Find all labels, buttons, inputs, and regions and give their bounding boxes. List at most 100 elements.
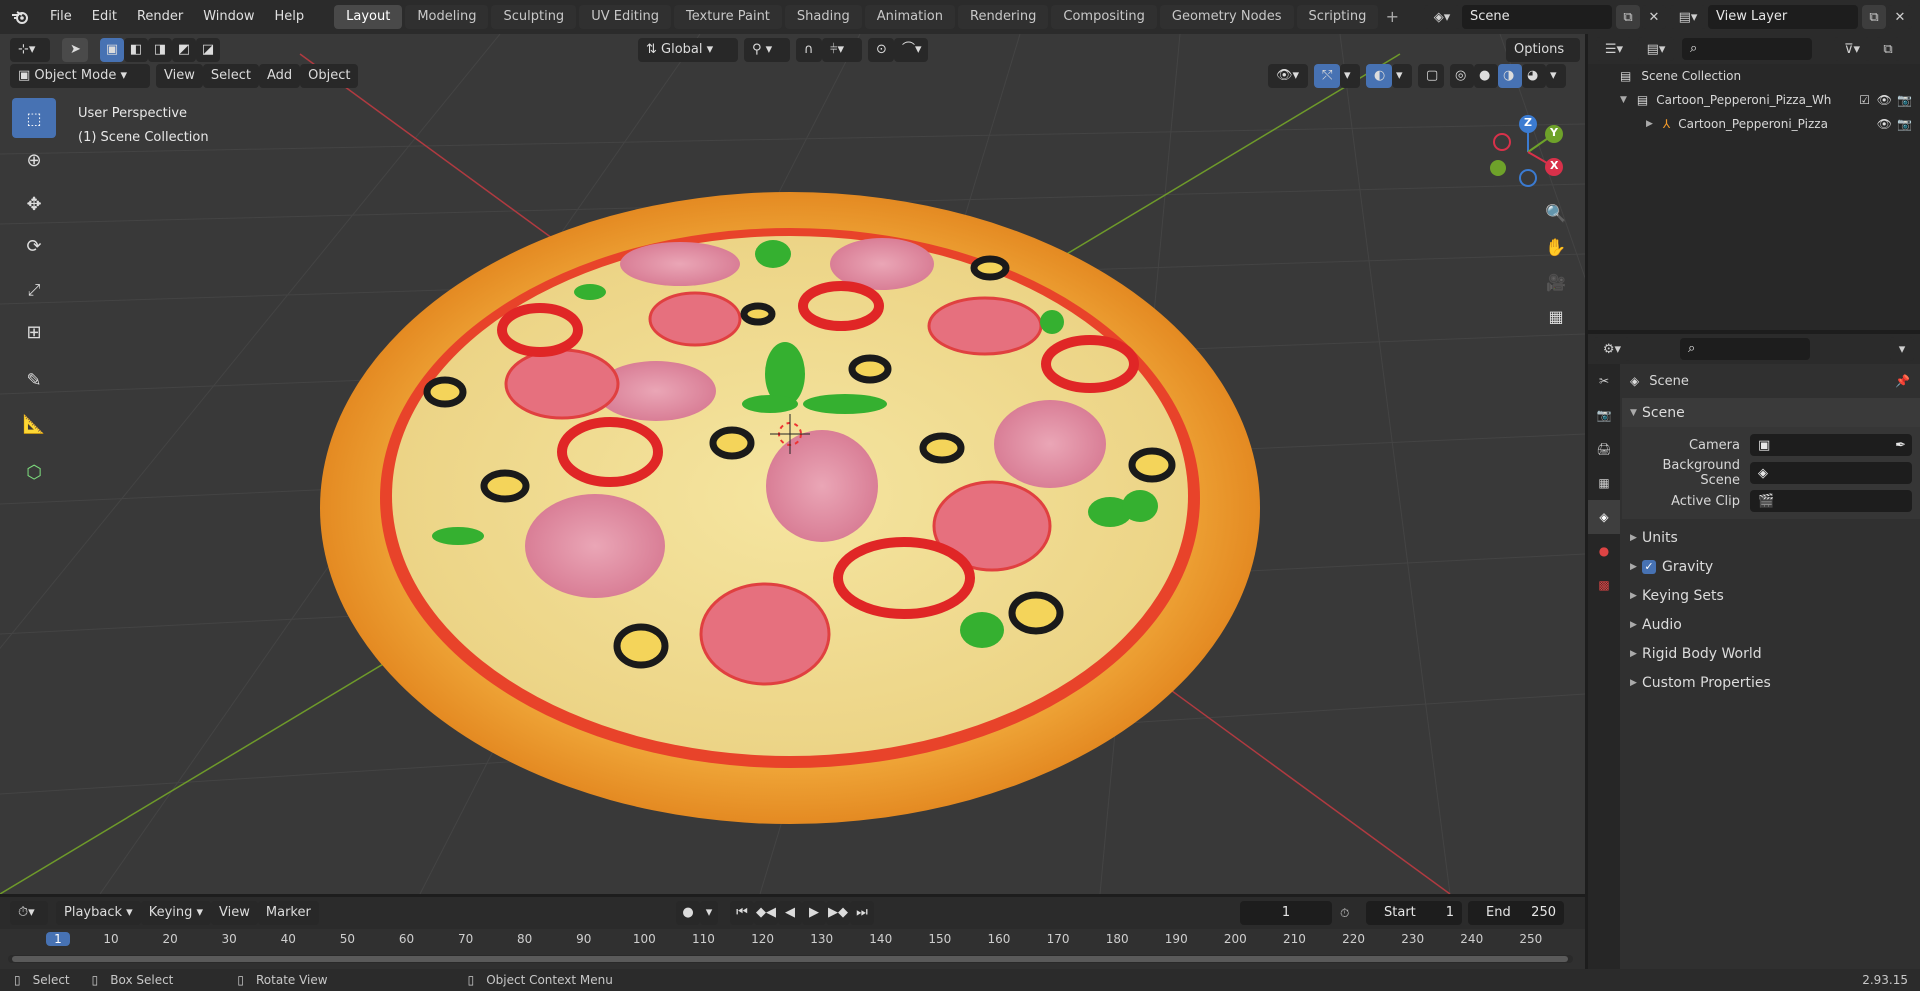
current-frame-field[interactable]: 1 bbox=[1240, 901, 1332, 925]
keying-dropdown-icon[interactable]: ▾ bbox=[700, 901, 718, 925]
select-mode-extend-icon[interactable]: ◧ bbox=[124, 38, 148, 62]
view-layer-tab-icon[interactable]: ▦ bbox=[1588, 466, 1620, 500]
select-mode-intersect-icon[interactable]: ◪ bbox=[196, 38, 220, 62]
keying-sets-panel-header[interactable]: ▶ Keying Sets bbox=[1622, 581, 1920, 610]
workspace-tab-uv-editing[interactable]: UV Editing bbox=[579, 5, 672, 29]
pivot-point-icon[interactable]: ⚲ ▾ bbox=[744, 38, 790, 62]
viewport-menu-object[interactable]: Object bbox=[300, 64, 359, 88]
camera-view-icon[interactable]: 🎥 bbox=[1540, 266, 1572, 298]
gizmo-dropdown-icon[interactable]: ▾ bbox=[1340, 64, 1360, 88]
outliner-row-collection[interactable]: ▼ ▤ Cartoon_Pepperoni_Pizza_Wh ☑ 👁 📷 bbox=[1588, 88, 1920, 112]
gizmo-toggle-icon[interactable]: ⤲ bbox=[1314, 64, 1340, 88]
scene-name-field[interactable]: Scene bbox=[1462, 5, 1612, 29]
rotate-tool-icon[interactable]: ⟳ bbox=[12, 226, 56, 266]
delete-scene-icon[interactable]: ✕ bbox=[1642, 5, 1666, 29]
editor-type-icon[interactable]: ⊹▾ bbox=[10, 38, 50, 62]
blender-logo-icon[interactable] bbox=[0, 0, 40, 34]
world-tab-icon[interactable]: ● bbox=[1588, 534, 1620, 568]
viewport-menu-add[interactable]: Add bbox=[258, 64, 301, 88]
jump-end-icon[interactable]: ⏭ bbox=[850, 901, 874, 925]
workspace-tab-scripting[interactable]: Scripting bbox=[1296, 5, 1379, 29]
expand-arrow-icon[interactable]: ▶ bbox=[1646, 119, 1653, 129]
preview-range-icon[interactable]: ⏱ bbox=[1340, 901, 1349, 925]
units-panel-header[interactable]: ▶ Units bbox=[1622, 523, 1920, 552]
delete-view-layer-icon[interactable]: ✕ bbox=[1888, 5, 1912, 29]
jump-keyframe-back-icon[interactable]: ◆◀ bbox=[754, 901, 778, 925]
snap-toggle-icon[interactable]: ∩ bbox=[796, 38, 822, 62]
render-tab-icon[interactable]: 📷 bbox=[1588, 398, 1620, 432]
current-frame-indicator[interactable]: 1 bbox=[46, 932, 70, 946]
background-scene-field[interactable]: ◈ bbox=[1750, 462, 1912, 484]
workspace-tab-layout[interactable]: Layout bbox=[334, 5, 403, 29]
outliner-filter-icon[interactable]: ⊽▾ bbox=[1834, 37, 1870, 61]
overlays-toggle-icon[interactable]: ◐ bbox=[1366, 64, 1392, 88]
frame-ruler[interactable]: 1 10 20 30 40 50 60 70 80 90 100 110 120 130 140 150 160… bbox=[0, 929, 1585, 951]
3d-viewport[interactable]: ⊹▾ ➤ ▣ ◧ ◨ ◩ ◪ ⇅ Global ▾ ⚲ ▾ ∩ ⫩▾ ⊙ ⌒▾ … bbox=[0, 34, 1585, 894]
render-camera-icon[interactable]: 📷 bbox=[1897, 93, 1912, 107]
expand-arrow-icon[interactable]: ▼ bbox=[1620, 95, 1627, 105]
scene-browse-icon[interactable]: ◈▾ bbox=[1424, 5, 1460, 29]
viewport-options-dropdown[interactable]: Options ▾ bbox=[1506, 38, 1580, 81]
timeline-view-menu[interactable]: View bbox=[211, 901, 258, 925]
scene-panel-header[interactable]: ▼ Scene bbox=[1622, 398, 1920, 427]
camera-field[interactable]: ▣ ✒ bbox=[1750, 434, 1912, 456]
scale-tool-icon[interactable]: ⤢ bbox=[12, 270, 56, 310]
properties-options-icon[interactable]: ▾ bbox=[1890, 337, 1914, 361]
visibility-eye-icon[interactable]: 👁 bbox=[1877, 117, 1892, 131]
shading-wireframe-icon[interactable]: ◎ bbox=[1450, 64, 1474, 88]
workspace-tab-texture-paint[interactable]: Texture Paint bbox=[674, 5, 782, 29]
timeline-scrollbar-thumb[interactable] bbox=[12, 956, 1568, 962]
custom-properties-panel-header[interactable]: ▶ Custom Properties bbox=[1622, 668, 1920, 697]
eyedropper-icon[interactable]: ✒ bbox=[1895, 434, 1906, 458]
output-tab-icon[interactable]: 🖨 bbox=[1588, 432, 1620, 466]
shading-solid-icon[interactable]: ● bbox=[1474, 64, 1498, 88]
transform-orientation-dropdown[interactable]: ⇅ Global ▾ bbox=[638, 38, 738, 62]
properties-search-input[interactable]: ⌕ bbox=[1680, 338, 1810, 360]
menu-window[interactable]: Window bbox=[193, 0, 264, 34]
auto-keying-icon[interactable]: ● bbox=[676, 901, 700, 925]
outliner-display-mode-icon[interactable]: ▤▾ bbox=[1638, 37, 1674, 61]
select-mode-subtract-icon[interactable]: ◨ bbox=[148, 38, 172, 62]
start-frame-field[interactable]: Start 1 bbox=[1366, 901, 1462, 925]
select-box-tool-icon[interactable]: ⬚ bbox=[12, 98, 56, 138]
pin-icon[interactable]: 📌 bbox=[1895, 374, 1910, 388]
gravity-panel-header[interactable]: ▶ ✓ Gravity bbox=[1622, 552, 1920, 581]
measure-tool-icon[interactable]: 📐 bbox=[12, 404, 56, 444]
xray-toggle-icon[interactable]: ▢ bbox=[1418, 64, 1444, 88]
add-cube-tool-icon[interactable]: ⬡ bbox=[12, 452, 56, 492]
viewport-canvas[interactable] bbox=[0, 34, 1585, 894]
view-layer-browse-icon[interactable]: ▤▾ bbox=[1670, 5, 1706, 29]
workspace-tab-compositing[interactable]: Compositing bbox=[1051, 5, 1157, 29]
viewport-menu-select[interactable]: Select bbox=[202, 64, 259, 88]
workspace-tab-rendering[interactable]: Rendering bbox=[958, 5, 1049, 29]
proportional-edit-icon[interactable]: ⊙ bbox=[868, 38, 894, 62]
playback-menu[interactable]: Playback ▾ bbox=[56, 901, 141, 925]
shading-dropdown-icon[interactable]: ▾ bbox=[1546, 64, 1566, 88]
properties-editor-type-icon[interactable]: ⚙▾ bbox=[1594, 337, 1630, 361]
workspace-tab-geometry-nodes[interactable]: Geometry Nodes bbox=[1159, 5, 1294, 29]
viewport-menu-view[interactable]: View bbox=[156, 64, 203, 88]
visibility-eye-icon[interactable]: 👁 bbox=[1877, 93, 1892, 107]
marker-menu[interactable]: Marker bbox=[257, 901, 319, 925]
select-mode-new-icon[interactable]: ▣ bbox=[100, 38, 124, 62]
workspace-tab-shading[interactable]: Shading bbox=[784, 5, 862, 29]
exclude-checkbox-icon[interactable]: ☑ bbox=[1859, 93, 1870, 107]
cursor-tool-icon[interactable]: ⊕ bbox=[12, 140, 56, 180]
active-clip-field[interactable]: 🎬 bbox=[1750, 490, 1912, 512]
gravity-checkbox[interactable]: ✓ bbox=[1642, 559, 1656, 574]
workspace-tab-sculpting[interactable]: Sculpting bbox=[491, 5, 577, 29]
object-mode-dropdown[interactable]: ▣ Object Mode ▾ bbox=[10, 64, 150, 88]
jump-start-icon[interactable]: ⏮ bbox=[730, 901, 754, 925]
shading-material-icon[interactable]: ◑ bbox=[1498, 64, 1522, 88]
menu-edit[interactable]: Edit bbox=[82, 0, 127, 34]
snap-target-icon[interactable]: ⫩▾ bbox=[822, 38, 862, 62]
play-reverse-icon[interactable]: ◀ bbox=[778, 901, 802, 925]
menu-render[interactable]: Render bbox=[127, 0, 193, 34]
visibility-selectability-icon[interactable]: 👁▾ bbox=[1268, 64, 1308, 88]
timeline-editor-type-icon[interactable]: ⏱▾ bbox=[10, 901, 48, 925]
navigation-gizmo[interactable]: Z Y X bbox=[1484, 112, 1564, 192]
timeline-scrollbar[interactable] bbox=[8, 955, 1573, 963]
menu-file[interactable]: File bbox=[40, 0, 82, 34]
rigid-body-world-panel-header[interactable]: ▶ Rigid Body World bbox=[1622, 639, 1920, 668]
tool-select-icon[interactable]: ➤ bbox=[62, 38, 88, 62]
